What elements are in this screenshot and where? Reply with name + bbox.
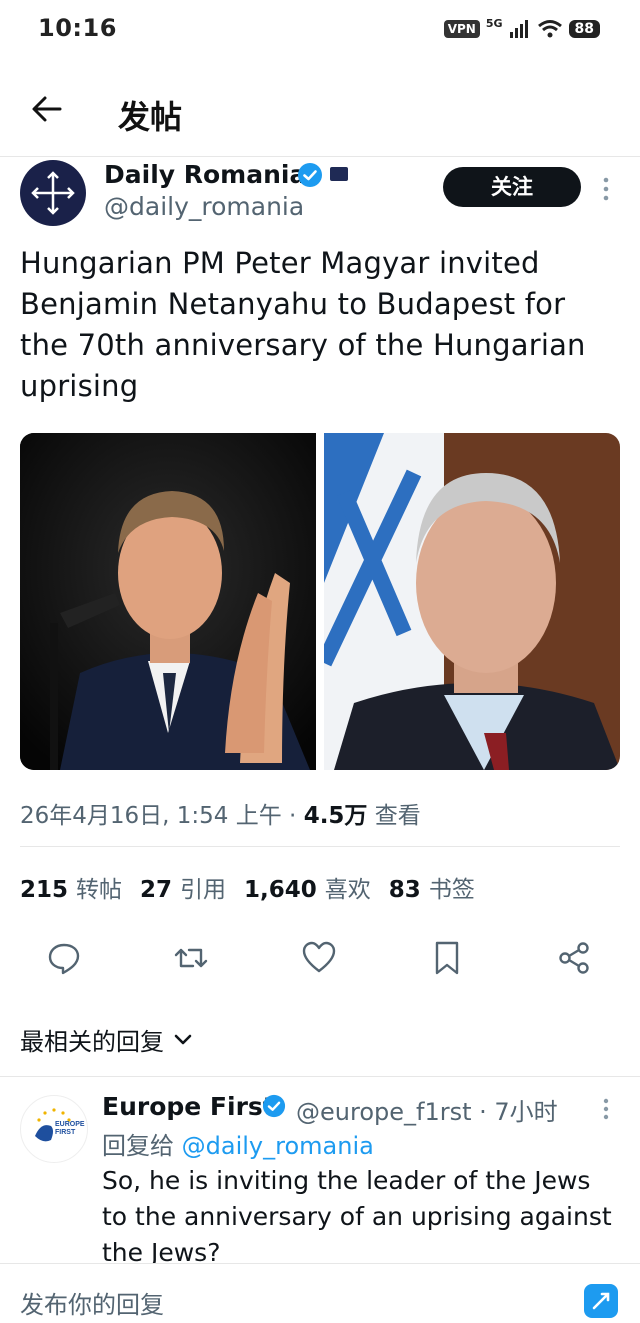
- reply-author-handle[interactable]: @europe_f1rst · 7小时: [296, 1092, 558, 1127]
- affiliation-badge-icon: [330, 167, 348, 181]
- logo-text-europe: EUROPE: [55, 1121, 85, 1128]
- verified-badge-icon: [298, 163, 322, 187]
- network-type: 5G: [485, 16, 503, 30]
- reply-to-mention[interactable]: @daily_romania: [182, 1132, 374, 1160]
- stats-divider-top: [20, 846, 620, 847]
- status-time: 10:16: [38, 14, 117, 42]
- header-divider: [0, 156, 640, 157]
- tweet-photo-left[interactable]: [20, 433, 316, 770]
- europe-first-logo-icon: EUROPE FIRST: [35, 1108, 85, 1142]
- status-bar: 10:16 VPN 5G 88: [0, 0, 640, 60]
- portrait-man-flag-image: [324, 433, 620, 770]
- reply-verified-badge-icon: [262, 1094, 286, 1118]
- tweet-photo-right[interactable]: [324, 433, 620, 770]
- stat-bookmarks[interactable]: 83 书签: [389, 870, 475, 904]
- reply-to-line: 回复给 @daily_romania: [102, 1126, 374, 1161]
- author-handle[interactable]: @daily_romania: [104, 192, 304, 221]
- portrait-man-clapping-image: [20, 433, 316, 770]
- stat-reposts[interactable]: 215 转帖: [20, 870, 122, 904]
- battery-level: 88: [568, 20, 600, 38]
- logo-text-first: FIRST: [55, 1129, 76, 1136]
- vpn-badge: VPN: [443, 20, 480, 38]
- like-icon[interactable]: [301, 940, 337, 976]
- bookmark-icon[interactable]: [429, 940, 465, 976]
- replies-divider: [0, 1076, 640, 1077]
- cross-logo-icon: [31, 171, 75, 215]
- tweet-timestamp: 26年4月16日, 1:54 上午 ·: [20, 803, 304, 829]
- status-icons: VPN 5G 88: [443, 16, 600, 42]
- author-avatar[interactable]: [20, 160, 86, 226]
- replies-sort-dropdown[interactable]: 最相关的回复: [20, 1022, 192, 1057]
- compose-reply-button[interactable]: [584, 1284, 618, 1318]
- reply-avatar[interactable]: EUROPE FIRST: [20, 1095, 88, 1163]
- more-options-icon[interactable]: [598, 174, 614, 204]
- tweet-stats: 215 转帖 27 引用 1,640 喜欢 83 书签: [20, 870, 475, 904]
- back-arrow-icon[interactable]: [30, 92, 64, 126]
- page-title: 发帖: [118, 98, 183, 136]
- stat-quotes[interactable]: 27 引用: [140, 870, 226, 904]
- follow-button[interactable]: 关注: [443, 167, 581, 207]
- reply-icon[interactable]: [46, 940, 82, 976]
- views-label: 查看: [367, 803, 421, 829]
- retweet-icon[interactable]: [173, 940, 209, 976]
- stat-likes[interactable]: 1,640 喜欢: [244, 870, 371, 904]
- reply-input[interactable]: 发布你的回复: [20, 1285, 164, 1320]
- views-count: 4.5万: [303, 803, 368, 829]
- reply-text: So, he is inviting the leader of the Jew…: [102, 1166, 612, 1267]
- tweet-timestamp-views: 26年4月16日, 1:54 上午 · 4.5万 查看: [20, 796, 421, 830]
- compose-icon: [592, 1292, 610, 1310]
- chevron-down-icon: [174, 1034, 192, 1044]
- share-icon[interactable]: [556, 940, 592, 976]
- reply-author-name[interactable]: Europe First: [102, 1092, 275, 1121]
- reply-to-prefix: 回复给: [102, 1132, 182, 1160]
- wifi-icon: [537, 20, 562, 38]
- author-name[interactable]: Daily Romania: [104, 160, 306, 189]
- signal-icon: [509, 20, 528, 38]
- reply-more-options-icon[interactable]: [598, 1096, 614, 1122]
- tweet-text: Hungarian PM Peter Magyar invited Benjam…: [20, 246, 586, 403]
- replies-sort-label: 最相关的回复: [20, 1028, 164, 1056]
